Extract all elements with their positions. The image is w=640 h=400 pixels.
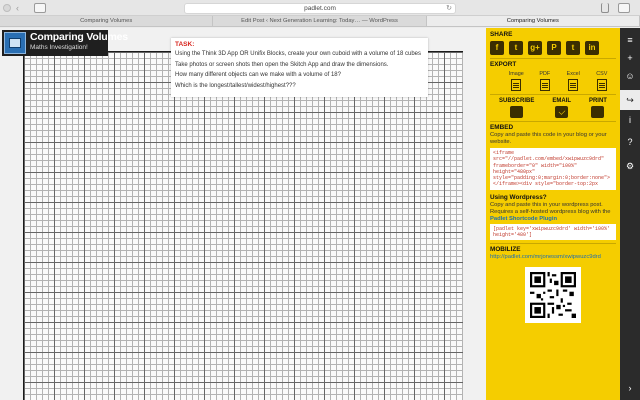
- print-button[interactable]: PRINT: [589, 97, 607, 118]
- padlet-toolbar: ≡ + ☺ ↪ i ? ⚙ ›: [620, 28, 640, 400]
- task-line: Which is the longest/tallest/widest/high…: [175, 82, 296, 89]
- plus-icon[interactable]: +: [620, 48, 640, 68]
- task-line: Take photos or screen shots then open th…: [175, 61, 389, 68]
- tab-bar: Comparing Volumes Edit Post ‹ Next Gener…: [0, 16, 640, 27]
- subscribe-button[interactable]: SUBSCRIBE: [499, 97, 534, 118]
- social-icons: f t g+ P t in: [490, 41, 616, 55]
- embed-code-field[interactable]: <iframe src="//padlet.com/embed/xwipwuzc…: [490, 148, 616, 190]
- tab-wordpress[interactable]: Edit Post ‹ Next Generation Learning: To…: [213, 16, 427, 26]
- back-icon[interactable]: ‹: [16, 3, 26, 13]
- task-line: Using the Think 3D App OR Unifix Blocks,…: [175, 51, 422, 57]
- padlet-title: Comparing Volumes: [30, 31, 128, 43]
- shortcode-plugin-link[interactable]: Padlet Shortcode Plugin: [490, 216, 616, 222]
- facebook-icon[interactable]: f: [490, 41, 504, 55]
- tab-comparing-volumes-active[interactable]: Comparing Volumes: [426, 16, 640, 26]
- tab-comparing-volumes[interactable]: Comparing Volumes: [0, 16, 214, 26]
- export-csv-button[interactable]: CSV: [591, 71, 613, 91]
- padlet-subtitle: Maths Investigation!: [30, 44, 88, 51]
- task-post[interactable]: TASK: Using the Think 3D App OR Unifix B…: [171, 38, 428, 97]
- export-image-button[interactable]: Image: [505, 71, 527, 91]
- qr-code: [525, 267, 581, 324]
- task-line: How many different objects can we make w…: [175, 72, 341, 78]
- padlet-logo: [4, 32, 26, 54]
- csv-icon: [596, 79, 607, 91]
- export-heading: EXPORT: [490, 61, 517, 68]
- mail-icon: [555, 106, 569, 118]
- email-label: EMAIL: [552, 98, 571, 104]
- sidebar-toggle-icon[interactable]: [34, 3, 46, 13]
- gear-icon[interactable]: ⚙: [620, 156, 640, 176]
- googleplus-icon[interactable]: g+: [528, 41, 542, 55]
- qr-code-image: [530, 272, 576, 319]
- export-label: Excel: [566, 71, 580, 77]
- padlet-title-card[interactable]: Comparing Volumes Maths Investigation!: [2, 30, 128, 56]
- menu-icon[interactable]: ≡: [620, 30, 640, 50]
- graph-paper-wallpaper: [23, 51, 463, 400]
- pdf-icon: [539, 79, 550, 91]
- twitter-icon[interactable]: t: [509, 41, 523, 55]
- share-button-icon[interactable]: [601, 3, 609, 13]
- padlet-canvas[interactable]: Comparing Volumes Maths Investigation! T…: [0, 28, 486, 400]
- question-icon[interactable]: ?: [620, 132, 640, 152]
- window-button[interactable]: [3, 4, 11, 12]
- url-text: padlet.com: [304, 5, 336, 12]
- print-label: PRINT: [588, 98, 607, 104]
- embed-instructions: Copy and paste this code in your blog or…: [490, 132, 607, 145]
- embed-heading: EMBED: [490, 124, 514, 131]
- browser-toolbar: ‹ padlet.com ↻: [0, 0, 640, 16]
- share-panel: SHARE f t g+ P t in EXPORT Image PDF Exc…: [486, 28, 620, 400]
- subscribe-label: SUBSCRIBE: [498, 98, 535, 104]
- wordpress-text-2: Requires a self-hosted wordpress blog wi…: [490, 208, 611, 215]
- export-label: Image: [508, 71, 524, 77]
- image-icon: [511, 79, 522, 91]
- mobilize-link[interactable]: http://padlet.com/mrjonessm/xwipwuzc9drd: [490, 254, 616, 261]
- printer-icon: [591, 106, 605, 118]
- tumblr-icon[interactable]: t: [566, 41, 580, 55]
- user-icon[interactable]: ☺: [620, 66, 640, 86]
- wordpress-text-1: Copy and paste this in your wordpress po…: [490, 201, 603, 208]
- export-excel-button[interactable]: Excel: [562, 71, 584, 91]
- export-pdf-button[interactable]: PDF: [534, 71, 556, 91]
- collapse-icon[interactable]: ›: [620, 378, 640, 398]
- wordpress-heading: Using Wordpress?: [490, 193, 547, 201]
- linkedin-icon[interactable]: in: [585, 41, 599, 55]
- task-heading: TASK:: [175, 41, 195, 48]
- email-button[interactable]: EMAIL: [552, 97, 571, 118]
- mobilize-heading: MOBILIZE: [490, 246, 521, 254]
- share-icon[interactable]: ↪: [620, 90, 640, 110]
- tabs-overview-icon[interactable]: [618, 3, 630, 13]
- reload-icon[interactable]: ↻: [446, 4, 452, 14]
- wordpress-code-field[interactable]: [padlet key='xwipwuzc9drd' width='100%' …: [490, 223, 616, 241]
- export-label: PDF: [539, 71, 551, 77]
- rss-icon: [510, 106, 524, 118]
- export-label: CSV: [596, 71, 608, 77]
- excel-icon: [568, 79, 579, 91]
- pinterest-icon[interactable]: P: [547, 41, 561, 55]
- address-bar[interactable]: padlet.com ↻: [184, 3, 456, 14]
- share-heading: SHARE: [490, 31, 513, 38]
- info-icon[interactable]: i: [620, 110, 640, 130]
